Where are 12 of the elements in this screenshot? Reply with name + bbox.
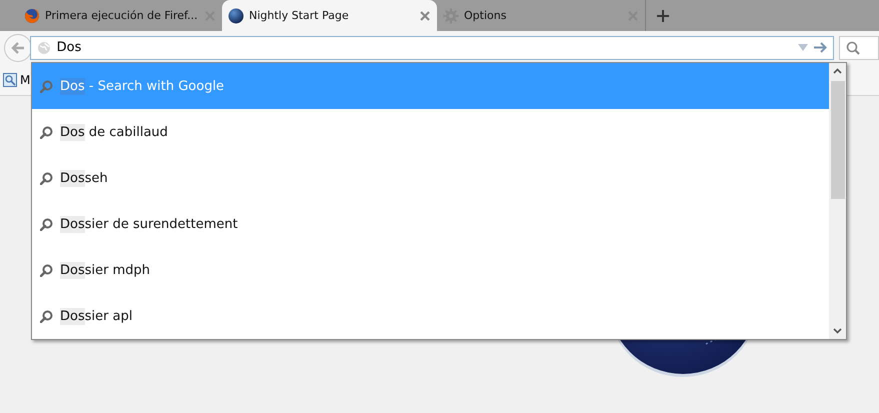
suggestion-text: Dossier apl <box>60 308 132 324</box>
suggestion-text: Dossier mdph <box>60 262 150 278</box>
suggestion-text: Dossier de surendettement <box>60 216 238 232</box>
address-bar[interactable]: Dos <box>30 36 834 60</box>
suggestion-row[interactable]: Dossier apl <box>32 293 829 339</box>
browser-tab[interactable]: Nightly Start Page <box>222 0 437 31</box>
browser-tab[interactable]: Options <box>437 0 645 31</box>
suggestion-text: Dos de cabillaud <box>60 124 168 140</box>
bookmark-link[interactable]: M <box>20 72 30 86</box>
suggestion-text: Dosseh <box>60 170 108 186</box>
suggestion-text: Dos - Search with Google <box>60 78 224 94</box>
browser-tab[interactable]: Primera ejecución de Firef... <box>18 0 222 31</box>
